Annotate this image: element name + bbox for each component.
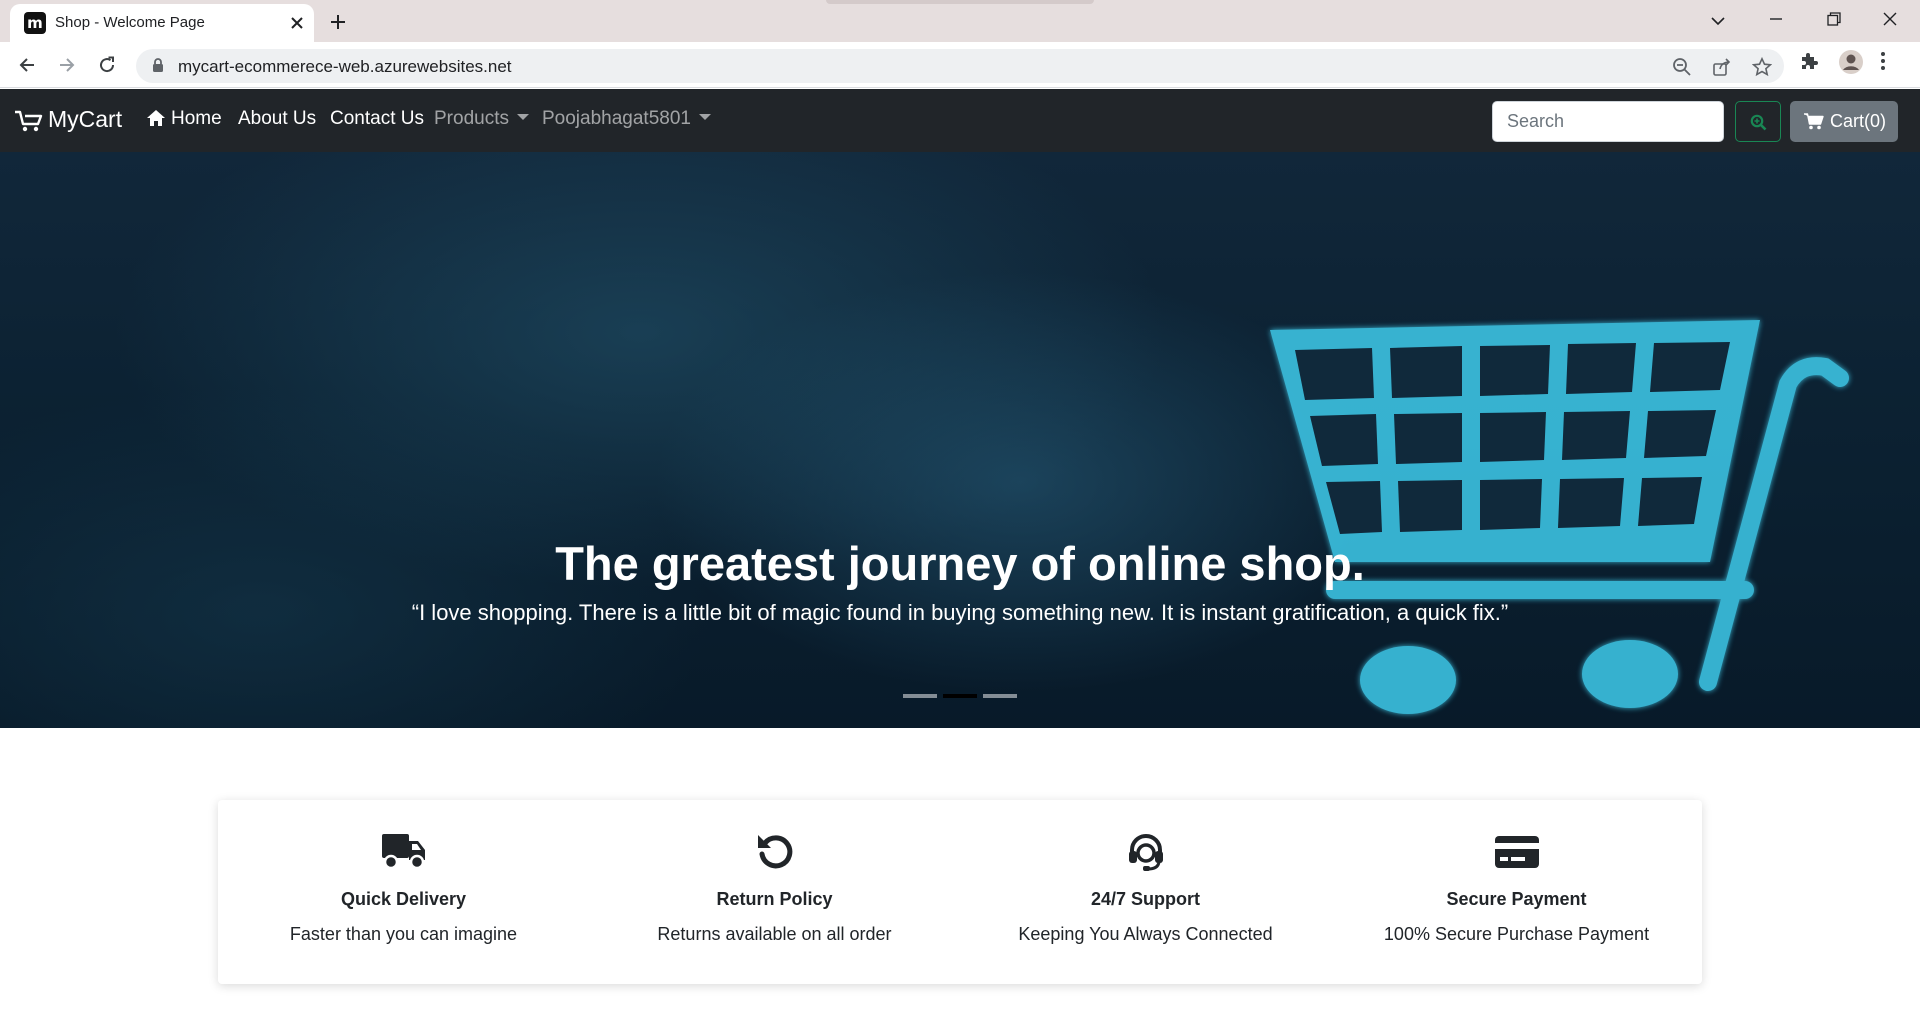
chevron-down-icon — [516, 114, 529, 121]
headset-icon — [960, 832, 1331, 872]
browser-tab-bar: m Shop - Welcome Page — [0, 0, 1920, 42]
share-icon[interactable] — [1712, 55, 1736, 79]
hero-carousel: The greatest journey of online shop. “I … — [0, 152, 1920, 728]
features-card: Quick Delivery Faster than you can imagi… — [218, 800, 1702, 984]
favicon-icon: m — [24, 12, 46, 34]
feature-support: 24/7 Support Keeping You Always Connecte… — [960, 800, 1331, 984]
site-navbar: MyCart Home About Us Contact Us Products… — [0, 89, 1920, 152]
brand-cart-icon — [15, 110, 43, 132]
search-button[interactable] — [1735, 101, 1781, 142]
nav-contact-us[interactable]: Contact Us — [330, 108, 424, 130]
feature-quick-delivery: Quick Delivery Faster than you can imagi… — [218, 800, 589, 984]
browser-menu-icon[interactable] — [1880, 51, 1908, 79]
lock-icon[interactable] — [152, 58, 164, 78]
browser-tab[interactable]: m Shop - Welcome Page — [10, 4, 314, 42]
feature-description: Faster than you can imagine — [289, 924, 518, 944]
feature-description: Keeping You Always Connected — [1018, 924, 1273, 944]
cart-button[interactable]: Cart(0) — [1790, 101, 1898, 142]
cart-icon — [1804, 113, 1824, 130]
back-arrow-icon[interactable] — [12, 50, 42, 80]
address-bar[interactable]: mycart-ecommerece-web.azurewebsites.net — [136, 49, 1784, 83]
feature-title: Quick Delivery — [340, 889, 467, 909]
forward-arrow-icon[interactable] — [52, 50, 82, 80]
carousel-indicator-1[interactable] — [903, 694, 937, 698]
new-tab-button[interactable] — [324, 8, 352, 36]
nav-products-label: Products — [434, 108, 509, 129]
url-text[interactable]: mycart-ecommerece-web.azurewebsites.net — [178, 57, 512, 77]
hero-title: The greatest journey of online shop. — [555, 537, 1365, 590]
feature-title: 24/7 Support — [1090, 889, 1201, 909]
nav-about-us[interactable]: About Us — [238, 108, 316, 130]
cart-label: Cart(0) — [1830, 111, 1887, 131]
extensions-puzzle-icon[interactable] — [1798, 51, 1826, 79]
tab-close-icon[interactable] — [286, 12, 308, 34]
credit-card-icon — [1331, 832, 1702, 872]
feature-description: 100% Secure Purchase Payment — [1383, 924, 1650, 944]
nav-home[interactable]: Home — [171, 108, 222, 130]
feature-description: Returns available on all order — [657, 924, 892, 944]
tab-search-chevron-icon[interactable] — [1698, 4, 1738, 36]
truck-icon — [218, 832, 589, 872]
carousel-indicator-3[interactable] — [983, 694, 1017, 698]
brand-name: MyCart — [48, 106, 123, 132]
nav-user-label: Poojabhagat5801 — [542, 108, 691, 129]
nav-user-dropdown[interactable]: Poojabhagat5801 — [542, 108, 711, 130]
carousel-indicator-2[interactable] — [943, 694, 977, 698]
browser-toolbar: mycart-ecommerece-web.azurewebsites.net — [0, 42, 1920, 88]
search-input[interactable] — [1492, 101, 1724, 142]
feature-title: Secure Payment — [1446, 889, 1587, 909]
minimize-icon[interactable] — [1756, 4, 1796, 36]
close-window-icon[interactable] — [1870, 4, 1910, 36]
chevron-down-icon — [698, 114, 711, 121]
reload-icon[interactable] — [92, 50, 122, 80]
carousel-indicators — [903, 694, 1017, 698]
feature-title: Return Policy — [716, 889, 833, 909]
tab-title: Shop - Welcome Page — [55, 14, 205, 31]
feature-return-policy: Return Policy Returns available on all o… — [589, 800, 960, 984]
zoom-icon[interactable] — [1672, 55, 1696, 79]
nav-products-dropdown[interactable]: Products — [434, 108, 529, 130]
undo-icon — [589, 832, 960, 872]
hero-quote: “I love shopping. There is a little bit … — [411, 600, 1509, 625]
bookmark-star-icon[interactable] — [1751, 55, 1776, 79]
tab-strip-notch — [826, 0, 1094, 4]
search-icon — [1750, 114, 1767, 131]
profile-avatar-icon[interactable] — [1838, 50, 1866, 79]
feature-secure-payment: Secure Payment 100% Secure Purchase Paym… — [1331, 800, 1702, 984]
restore-icon[interactable] — [1814, 4, 1854, 36]
shopping-cart-illustration — [1270, 320, 1849, 714]
home-icon[interactable] — [146, 109, 166, 127]
